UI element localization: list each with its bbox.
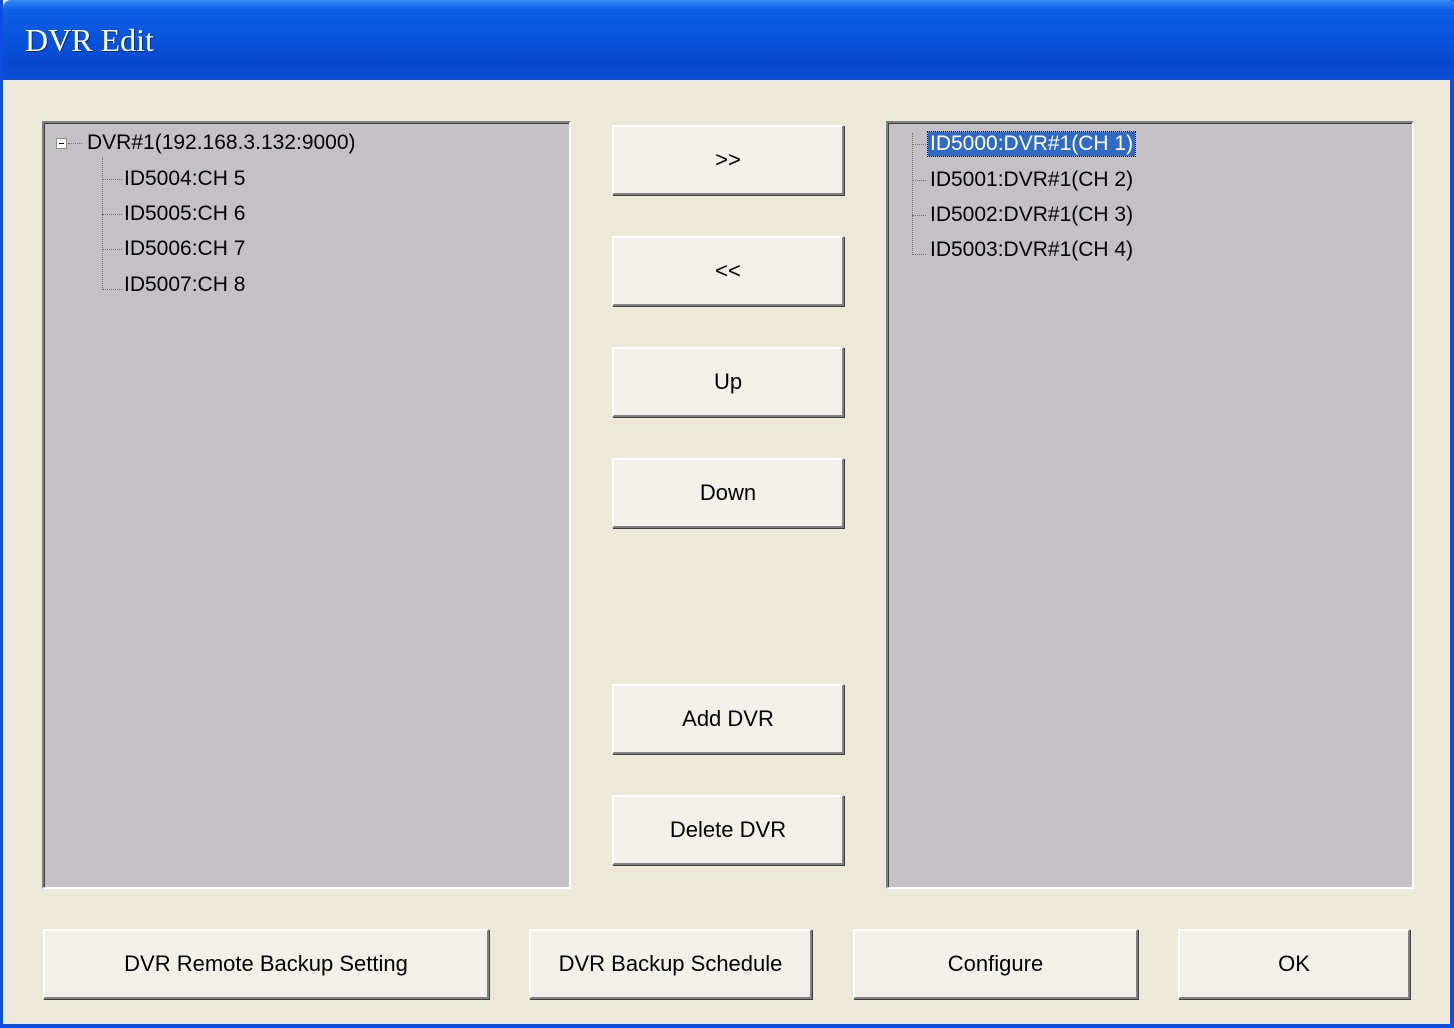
tree-item-channel[interactable]: ID5001:DVR#1(CH 2) xyxy=(930,168,1133,192)
tree-item-channel[interactable]: ID5002:DVR#1(CH 3) xyxy=(930,203,1133,227)
move-right-button[interactable]: >> xyxy=(612,125,844,195)
move-up-button[interactable]: Up xyxy=(612,347,844,417)
selected-channels-tree[interactable]: ID5000:DVR#1(CH 1) ID5001:DVR#1(CH 2) ID… xyxy=(886,121,1414,889)
available-channels-tree[interactable]: DVR#1(192.168.3.132:9000) ID5004:CH 5 ID… xyxy=(42,121,571,889)
tree-item-channel[interactable]: ID5006:CH 7 xyxy=(124,237,245,261)
tree-root-dvr[interactable]: DVR#1(192.168.3.132:9000) xyxy=(87,131,356,155)
tree-item-channel[interactable]: ID5003:DVR#1(CH 4) xyxy=(930,238,1133,262)
tree-item-channel[interactable]: ID5005:CH 6 xyxy=(124,202,245,226)
remote-backup-setting-button[interactable]: DVR Remote Backup Setting xyxy=(43,929,489,999)
collapse-icon[interactable] xyxy=(56,138,67,149)
move-down-button[interactable]: Down xyxy=(612,458,844,528)
backup-schedule-button[interactable]: DVR Backup Schedule xyxy=(529,929,812,999)
tree-item-channel[interactable]: ID5007:CH 8 xyxy=(124,273,245,297)
delete-dvr-button[interactable]: Delete DVR xyxy=(612,795,844,865)
dvr-edit-window: DVR Edit DVR#1(192.168.3.132:9000) ID500… xyxy=(0,0,1454,1028)
ok-button[interactable]: OK xyxy=(1178,929,1410,999)
configure-button[interactable]: Configure xyxy=(853,929,1138,999)
move-left-button[interactable]: << xyxy=(612,236,844,306)
add-dvr-button[interactable]: Add DVR xyxy=(612,684,844,754)
tree-item-selected-channel[interactable]: ID5000:DVR#1(CH 1) xyxy=(926,131,1137,157)
title-bar[interactable]: DVR Edit xyxy=(3,0,1454,80)
tree-item-channel[interactable]: ID5004:CH 5 xyxy=(124,167,245,191)
window-title: DVR Edit xyxy=(25,22,154,58)
